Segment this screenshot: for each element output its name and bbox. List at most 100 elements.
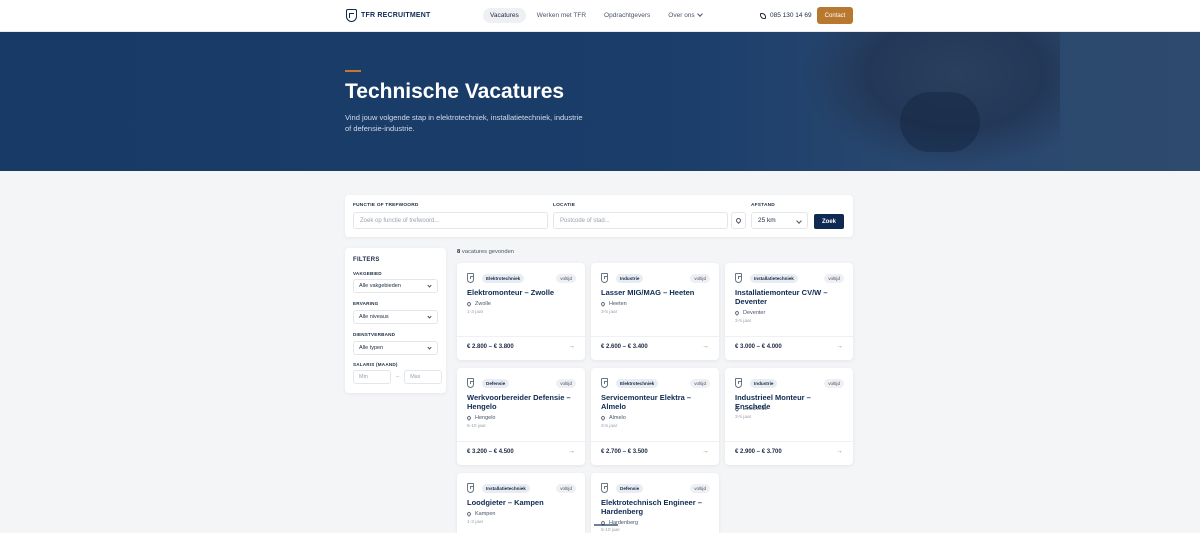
page-subtitle: Vind jouw volgende stap in elektrotechni… — [345, 113, 583, 133]
results-count: 8 vacatures gevonden — [457, 249, 514, 255]
logo[interactable]: TFR RECRUITMENT — [346, 9, 431, 22]
salary-min-input[interactable]: Min — [353, 370, 391, 384]
job-salary: € 2.600 – € 3.400 — [601, 344, 648, 350]
contact-button[interactable]: Contact — [817, 7, 853, 24]
scroll-indicator[interactable] — [594, 524, 618, 526]
filters-title: FILTERS — [353, 257, 380, 263]
job-experience: 5-10 jaar — [467, 424, 486, 429]
job-title[interactable]: Installatiemonteur CV/W – Deventer — [735, 288, 847, 306]
job-experience: 3-5 jaar — [735, 415, 752, 420]
job-type-badge: voltijd — [556, 484, 576, 493]
search-button[interactable]: Zoek — [814, 214, 844, 229]
location-label: LOCATIE — [553, 203, 576, 208]
job-card[interactable]: Industrie voltijd Lasser MIG/MAG – Heete… — [591, 263, 719, 360]
nav-over-ons-label: Over ons — [668, 12, 695, 19]
arrow-right-icon[interactable]: → — [568, 343, 575, 350]
job-experience: 5-10 jaar — [601, 528, 620, 533]
location-pin-icon — [600, 301, 606, 307]
vakgebied-value: Alle vakgebieden — [359, 283, 401, 289]
job-card[interactable]: Installatietechniek voltijd Installatiem… — [725, 263, 853, 360]
phone-link[interactable]: 085 130 14 69 — [760, 12, 812, 19]
shield-icon — [467, 378, 474, 388]
location-pin-icon — [734, 406, 740, 412]
salaris-label: SALARIS (MAAND) — [353, 362, 398, 367]
shield-icon — [735, 273, 742, 283]
keyword-label: FUNCTIE OF TREFWOORD — [353, 203, 419, 208]
job-card[interactable]: Elektrotechniek voltijd Servicemonteur E… — [591, 368, 719, 465]
job-experience: 1-3 jaar — [467, 520, 484, 525]
nav-opdrachtgevers[interactable]: Opdrachtgevers — [597, 8, 657, 23]
job-title[interactable]: Elektrotechnisch Engineer – Hardenberg — [601, 498, 713, 516]
vakgebied-select[interactable]: Alle vakgebieden — [353, 279, 438, 293]
job-category-badge: Installatietechniek — [750, 274, 798, 283]
hero-background-emblem — [900, 92, 980, 152]
ervaring-select[interactable]: Alle niveaus — [353, 310, 438, 324]
chevron-down-icon — [427, 283, 432, 288]
page-title: Technische Vacatures — [345, 80, 565, 103]
job-location-text: Zwolle — [475, 301, 491, 307]
arrow-right-icon[interactable]: → — [836, 343, 843, 350]
dienstverband-value: Alle typen — [359, 345, 384, 351]
job-title[interactable]: Servicemonteur Elektra – Almelo — [601, 393, 713, 411]
range-dash: – — [396, 374, 400, 380]
job-card[interactable]: Defensie voltijd Werkvoorbereider Defens… — [457, 368, 585, 465]
job-title[interactable]: Lasser MIG/MAG – Heeten — [601, 288, 713, 297]
use-location-button[interactable] — [731, 212, 746, 229]
distance-value: 25 km — [758, 217, 776, 224]
job-location-text: Heeten — [609, 301, 627, 307]
location-pin-icon — [466, 415, 472, 421]
job-location-text: Deventer — [743, 310, 766, 316]
job-type-badge: voltijd — [690, 379, 710, 388]
job-experience: 3-5 jaar — [735, 319, 752, 324]
dienstverband-label: DIENSTVERBAND — [353, 332, 396, 337]
phone-number: 085 130 14 69 — [770, 12, 812, 19]
job-category-badge: Elektrotechniek — [482, 274, 525, 283]
shield-icon — [601, 273, 608, 283]
chevron-down-icon — [796, 218, 802, 224]
job-type-badge: voltijd — [824, 274, 844, 283]
card-divider — [591, 336, 719, 337]
dienstverband-select[interactable]: Alle typen — [353, 341, 438, 355]
job-category-badge: Industrie — [750, 379, 778, 388]
distance-label: AFSTAND — [751, 203, 775, 208]
salary-range: Min – Max — [353, 370, 443, 384]
card-divider — [725, 441, 853, 442]
keyword-input[interactable]: Zoek op functie of trefwoord... — [353, 212, 548, 229]
job-title[interactable]: Werkvoorbereider Defensie – Hengelo — [467, 393, 579, 411]
salary-max-input[interactable]: Max — [404, 370, 443, 384]
job-category-badge: Industrie — [616, 274, 644, 283]
job-card[interactable]: Elektrotechniek voltijd Elektromonteur –… — [457, 263, 585, 360]
ervaring-value: Alle niveaus — [359, 314, 389, 320]
nav-vacatures[interactable]: Vacatures — [483, 8, 526, 23]
job-location: Enschede — [734, 406, 767, 412]
nav-over-ons[interactable]: Over ons — [661, 8, 708, 23]
location-pin-icon — [734, 216, 743, 225]
arrow-right-icon[interactable]: → — [702, 448, 709, 455]
job-title[interactable]: Elektromonteur – Zwolle — [467, 288, 579, 297]
job-experience: 3-5 jaar — [601, 424, 618, 429]
search-panel: FUNCTIE OF TREFWOORD Zoek op functie of … — [345, 195, 853, 237]
arrow-right-icon[interactable]: → — [702, 343, 709, 350]
arrow-right-icon[interactable]: → — [568, 448, 575, 455]
job-salary: € 3.000 – € 4.000 — [735, 344, 782, 350]
job-category-badge: Installatietechniek — [482, 484, 530, 493]
main-nav: Vacatures Werken met TFR Opdrachtgevers … — [483, 8, 709, 23]
card-divider — [457, 441, 585, 442]
job-card[interactable]: Installatietechniek voltijd Loodgieter –… — [457, 473, 585, 533]
card-divider — [725, 336, 853, 337]
arrow-right-icon[interactable]: → — [836, 448, 843, 455]
distance-select[interactable]: 25 km — [751, 212, 808, 229]
job-category-badge: Elektrotechniek — [616, 379, 659, 388]
chevron-down-icon — [696, 11, 703, 17]
job-category-badge: Defensie — [482, 379, 510, 388]
job-type-badge: voltijd — [690, 274, 710, 283]
nav-werken-met-tfr[interactable]: Werken met TFR — [530, 8, 593, 23]
job-category-badge: Defensie — [616, 484, 644, 493]
job-title[interactable]: Loodgieter – Kampen — [467, 498, 579, 507]
location-pin-icon — [600, 415, 606, 421]
location-input[interactable]: Postcode of stad... — [553, 212, 728, 229]
job-card[interactable]: Industrie voltijd Industrieel Monteur – … — [725, 368, 853, 465]
shield-icon — [467, 273, 474, 283]
site-header: TFR RECRUITMENT Vacatures Werken met TFR… — [0, 0, 1200, 32]
job-salary: € 2.900 – € 3.700 — [735, 449, 782, 455]
